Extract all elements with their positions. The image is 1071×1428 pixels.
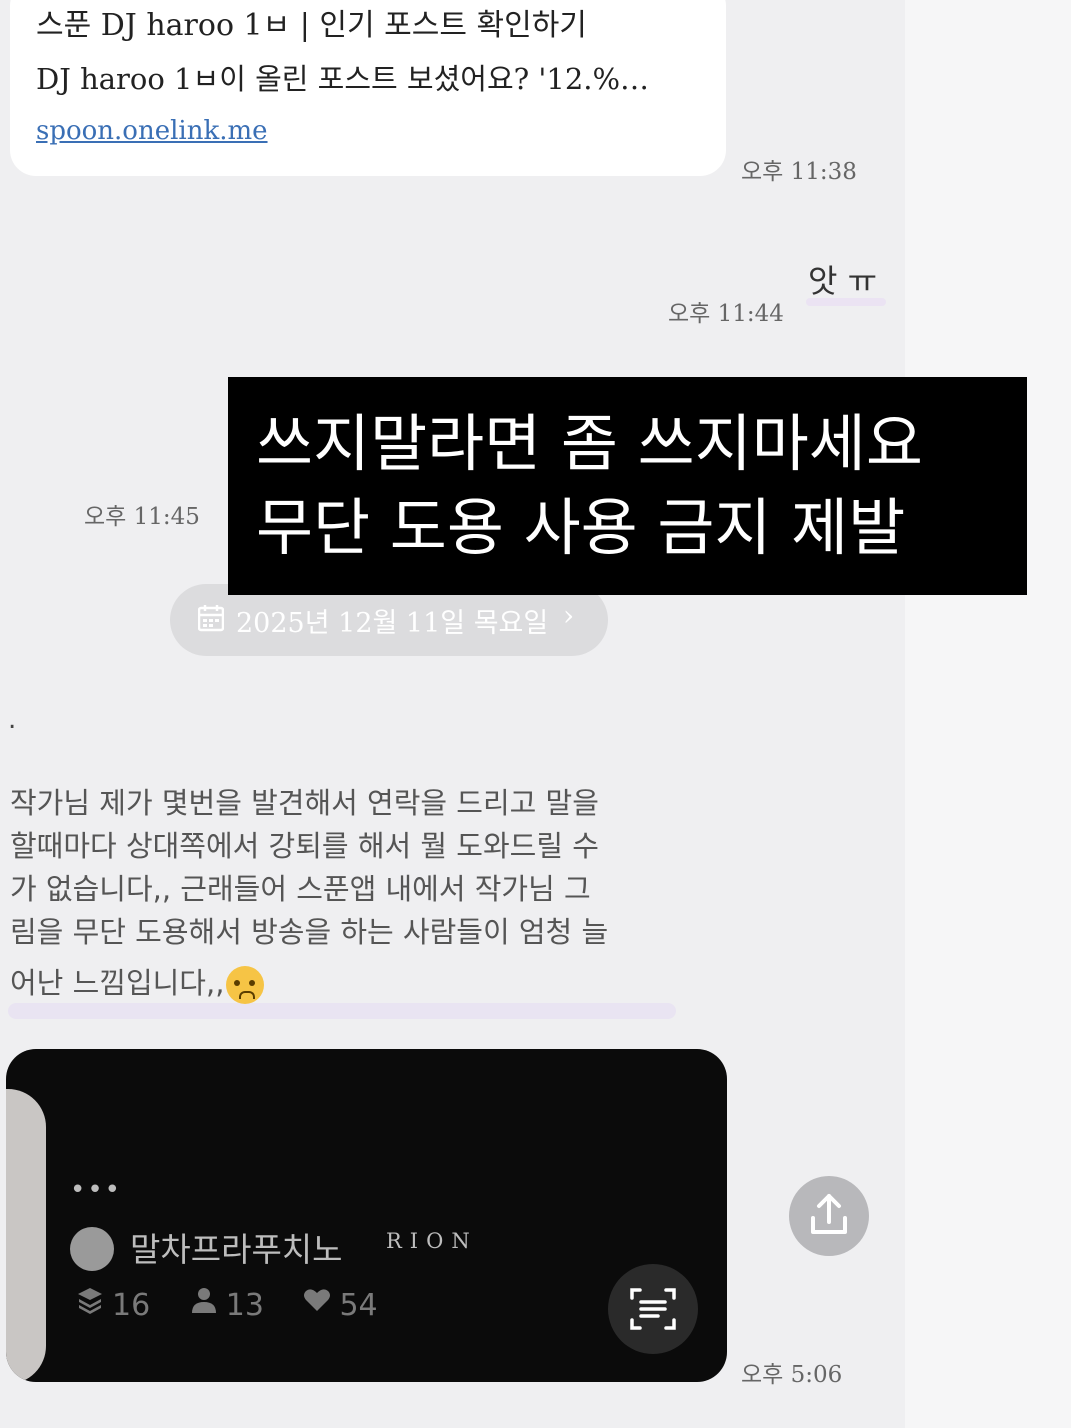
timestamp: 오후 11:45 bbox=[84, 504, 200, 530]
stat-likes: 54 bbox=[339, 1288, 378, 1323]
crying-face-icon bbox=[226, 966, 265, 1004]
sent-message[interactable]: 앗 ㅠ bbox=[808, 256, 877, 302]
link-url[interactable]: spoon.onelink.me bbox=[36, 116, 268, 146]
heart-icon bbox=[304, 1289, 331, 1311]
message-line: 작가님 제가 몇번을 발견해서 연락을 드리고 말을 bbox=[10, 786, 599, 820]
share-button[interactable] bbox=[789, 1176, 869, 1256]
dot-message[interactable]: . bbox=[8, 705, 16, 735]
link-title: 스푼 DJ haroo 1ㅂ | 인기 포스트 확인하기 bbox=[36, 8, 587, 43]
thumbnail-image bbox=[6, 1089, 46, 1382]
timestamp: 오후 11:38 bbox=[741, 159, 857, 185]
message-line: 어난 느낌입니다,, bbox=[10, 966, 225, 1000]
person-icon bbox=[191, 1288, 216, 1313]
stat-members: 13 bbox=[225, 1288, 264, 1323]
link-description: DJ haroo 1ㅂ이 올린 포스트 보셨어요? '12.%… bbox=[36, 62, 650, 96]
stat-layers: 16 bbox=[112, 1288, 151, 1323]
message-line: 림을 무단 도용해서 방송을 하는 사람들이 엄청 늘 bbox=[10, 915, 609, 949]
chevron-right-icon: › bbox=[563, 599, 575, 632]
timestamp: 오후 5:06 bbox=[741, 1362, 843, 1388]
channel-tag: RION bbox=[386, 1229, 478, 1253]
shared-media-card[interactable]: ••• 말차프라푸치노 RION 16 13 54 bbox=[6, 1049, 727, 1382]
more-icon[interactable]: ••• bbox=[70, 1175, 122, 1205]
link-preview-card[interactable]: 스푼 DJ haroo 1ㅂ | 인기 포스트 확인하기 DJ haroo 1ㅂ… bbox=[10, 0, 726, 176]
share-icon bbox=[811, 1194, 847, 1234]
scan-text-icon bbox=[630, 1288, 676, 1330]
channel-stats: 16 13 54 bbox=[76, 1286, 378, 1323]
avatar bbox=[70, 1227, 114, 1271]
scan-text-button[interactable] bbox=[608, 1264, 698, 1354]
calendar-icon bbox=[198, 605, 224, 632]
message-line: 가 없습니다,, 근래들어 스푼앱 내에서 작가님 그 bbox=[10, 872, 591, 906]
date-text: 2025년 12월 11일 목요일 bbox=[236, 608, 549, 639]
message-highlight bbox=[8, 1003, 676, 1019]
channel-name: 말차프라푸치노 bbox=[130, 1230, 343, 1269]
layers-icon bbox=[78, 1288, 102, 1314]
timestamp: 오후 11:44 bbox=[668, 301, 784, 327]
overlay-caption: 쓰지말라면 좀 쓰지마세요 무단 도용 사용 금지 제발 bbox=[228, 377, 1027, 595]
received-message[interactable]: 작가님 제가 몇번을 발견해서 연락을 드리고 말을 할때마다 상대쪽에서 강퇴… bbox=[10, 782, 690, 1005]
overlay-line-1: 쓰지말라면 좀 쓰지마세요 bbox=[256, 407, 923, 480]
message-line: 할때마다 상대쪽에서 강퇴를 해서 뭘 도와드릴 수 bbox=[10, 829, 599, 863]
overlay-line-2: 무단 도용 사용 금지 제발 bbox=[256, 491, 906, 564]
right-margin bbox=[905, 0, 1071, 1428]
